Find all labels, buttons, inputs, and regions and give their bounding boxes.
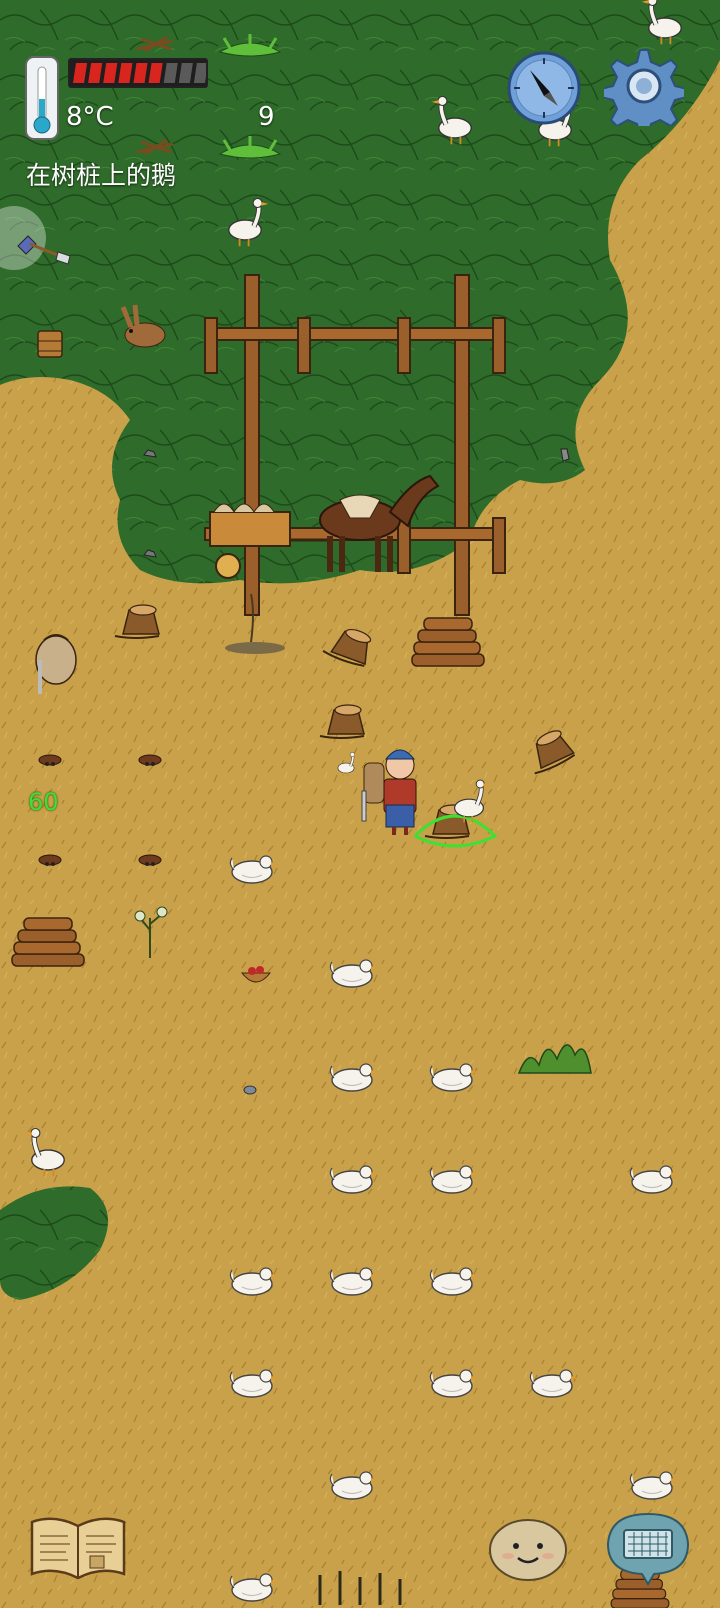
food-meter: [68, 58, 208, 88]
gear-icon[interactable]: [600, 46, 688, 137]
compass-icon[interactable]: [506, 50, 582, 126]
book-icon[interactable]: [28, 1512, 128, 1582]
wooden-bucket[interactable]: [37, 330, 63, 358]
temperature-readout: 8°C: [66, 102, 114, 132]
food-pip: [148, 63, 163, 83]
shovel-icon: [16, 228, 76, 272]
food-pip: [118, 63, 133, 83]
food-pip: [73, 63, 88, 83]
small-stone[interactable]: [243, 1085, 257, 1095]
food-count: 9: [258, 102, 275, 132]
age-indicator: 60: [28, 788, 59, 816]
hover-object-label: 在树桩上的鹅: [26, 161, 177, 190]
food-pip: [193, 63, 208, 83]
food-pip: [133, 63, 148, 83]
keyboard-icon[interactable]: [606, 1510, 690, 1586]
flint-stone[interactable]: [560, 448, 570, 462]
food-pip: [88, 63, 103, 83]
emote-face-icon[interactable]: [488, 1516, 568, 1582]
food-pip: [163, 63, 178, 83]
food-pip: [178, 63, 193, 83]
game-world[interactable]: [0, 0, 720, 1608]
food-pip: [103, 63, 118, 83]
thermometer-icon[interactable]: [24, 55, 60, 141]
